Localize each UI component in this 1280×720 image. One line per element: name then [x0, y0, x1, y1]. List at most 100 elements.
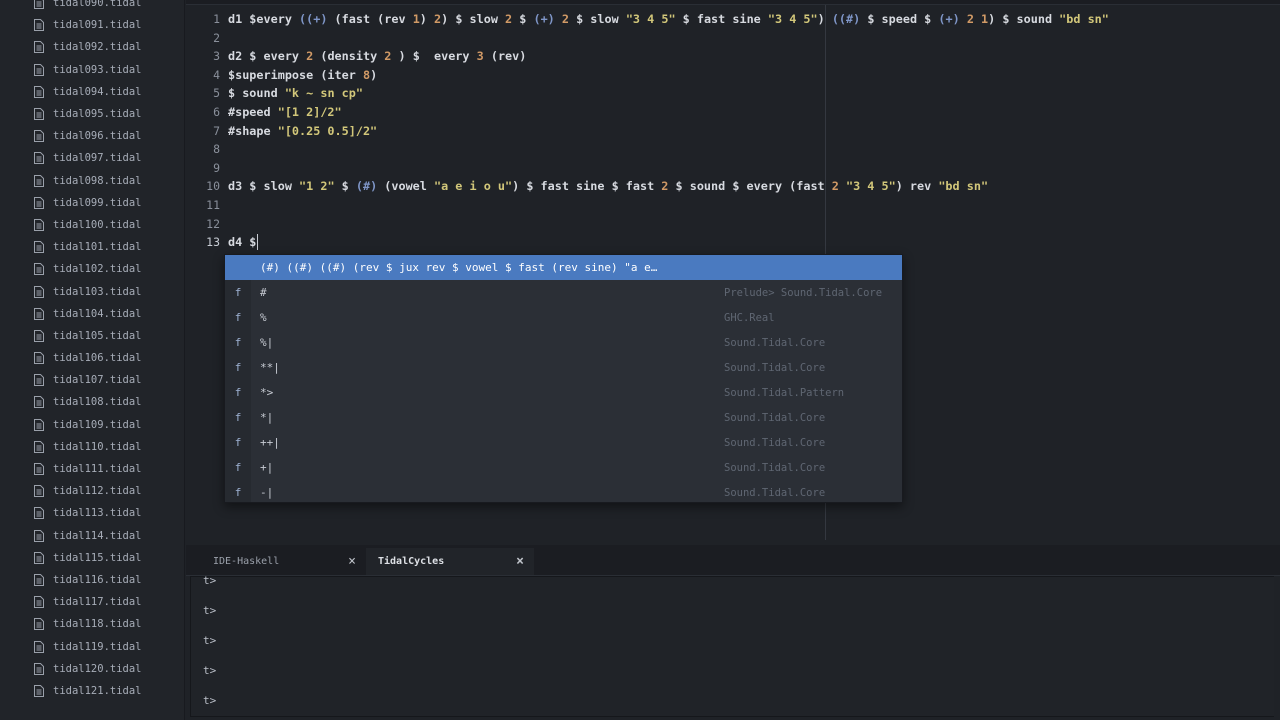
file-item[interactable]: tidal105.tidal [0, 325, 184, 347]
file-item[interactable]: tidal090.tidal [0, 0, 184, 14]
tidal-console[interactable]: t> t> t> t> t> [186, 575, 1280, 720]
file-item[interactable]: tidal111.tidal [0, 458, 184, 480]
console-output[interactable]: t> t> t> t> t> [190, 576, 1276, 717]
autocomplete-item[interactable]: f %| Sound.Tidal.Core [225, 330, 902, 355]
file-text-icon [34, 0, 44, 10]
file-text-icon [34, 196, 44, 209]
code-token: (#) [355, 179, 378, 194]
autocomplete-item[interactable]: f +| Sound.Tidal.Core [225, 455, 902, 480]
code-token: "3 4 5" [767, 12, 818, 26]
file-item[interactable]: tidal109.tidal [0, 414, 184, 436]
autocomplete-item[interactable]: f% GHC.Real [225, 305, 902, 330]
file-item[interactable]: tidal103.tidal [0, 280, 184, 302]
file-item[interactable]: tidal095.tidal [0, 103, 184, 125]
file-text-icon [34, 285, 44, 298]
code-line[interactable]: d1 $every ((+) (fast (rev 1) 2) $ slow 2… [228, 10, 1109, 29]
autocomplete-item-text: *| [260, 411, 274, 424]
file-item[interactable]: tidal120.tidal [0, 658, 184, 680]
file-item[interactable]: tidal117.tidal [0, 591, 184, 613]
autocomplete-item-module: Sound.Tidal.Core [724, 411, 826, 424]
file-text-icon [34, 418, 44, 431]
file-item[interactable]: tidal102.tidal [0, 258, 184, 280]
file-text-icon [34, 85, 44, 98]
console-scrollbar[interactable] [1274, 576, 1280, 720]
code-line[interactable]: #speed "[1 2]/2" [228, 103, 342, 122]
code-line[interactable]: $ sound "k ~ sn cp" [228, 84, 363, 103]
file-item[interactable]: tidal118.tidal [0, 613, 184, 635]
file-item[interactable]: tidal115.tidal [0, 547, 184, 569]
file-item[interactable]: tidal114.tidal [0, 525, 184, 547]
file-item[interactable]: tidal096.tidal [0, 125, 184, 147]
autocomplete-item[interactable]: f *| Sound.Tidal.Core [225, 405, 902, 430]
autocomplete-item[interactable]: f -| Sound.Tidal.Core [225, 480, 902, 505]
file-name: tidal105.tidal [53, 329, 142, 342]
autocomplete-item-module: Sound.Tidal.Core [724, 336, 826, 349]
code-line[interactable]: d3 $ slow "1 2" $ (#) (vowel "a e i o u"… [228, 177, 988, 196]
file-item[interactable]: tidal121.tidal [0, 680, 184, 702]
function-type-icon: f [234, 486, 242, 499]
file-item[interactable]: tidal119.tidal [0, 635, 184, 657]
tab-tidalcycles[interactable]: TidalCycles × [366, 548, 534, 575]
code-token: 3 [476, 49, 484, 64]
tab-ide-haskell[interactable]: IDE-Haskell × [186, 548, 366, 575]
file-text-icon [34, 263, 44, 276]
line-number: 9 [213, 160, 220, 175]
file-item[interactable]: tidal093.tidal [0, 59, 184, 81]
close-icon[interactable]: × [348, 554, 356, 569]
code-token: 2 [831, 179, 839, 194]
autocomplete-item[interactable]: f ++| Sound.Tidal.Core [225, 430, 902, 455]
file-item[interactable]: tidal097.tidal [0, 147, 184, 169]
autocomplete-item-text: % [260, 311, 267, 324]
console-prompt: t> [203, 604, 217, 617]
code-token: d2 $ every [228, 49, 307, 64]
code-token: "[0.25 0.5]/2" [277, 123, 378, 138]
file-item[interactable]: tidal101.tidal [0, 236, 184, 258]
file-text-icon [34, 329, 44, 342]
tab-label: IDE-Haskell [213, 556, 280, 567]
autocomplete-item-selected[interactable]: (#) ((#) ((#) (rev $ jux rev $ vowel $ f… [225, 255, 902, 280]
file-name: tidal099.tidal [53, 196, 142, 209]
line-number: 5 [213, 86, 220, 101]
code-token: $ [334, 179, 356, 194]
file-item[interactable]: tidal112.tidal [0, 480, 184, 502]
file-item[interactable]: tidal107.tidal [0, 369, 184, 391]
close-icon[interactable]: × [516, 554, 524, 569]
file-item[interactable]: tidal100.tidal [0, 214, 184, 236]
file-item[interactable]: tidal092.tidal [0, 36, 184, 58]
file-item[interactable]: tidal094.tidal [0, 81, 184, 103]
file-item[interactable]: tidal113.tidal [0, 502, 184, 524]
code-token: d3 $ slow [228, 179, 300, 194]
file-item[interactable]: tidal110.tidal [0, 436, 184, 458]
file-item[interactable]: tidal091.tidal [0, 14, 184, 36]
file-item[interactable]: tidal108.tidal [0, 391, 184, 413]
autocomplete-item[interactable]: f **| Sound.Tidal.Core [225, 355, 902, 380]
code-token: (density [313, 49, 385, 64]
file-item[interactable]: tidal106.tidal [0, 347, 184, 369]
code-line[interactable]: $superimpose (iter 8) [228, 66, 377, 85]
code-line[interactable]: d2 $ every 2 (density 2 ) $ every 3 (rev… [228, 47, 526, 66]
autocomplete-item[interactable]: f *> Sound.Tidal.Pattern [225, 380, 902, 405]
code-token: ) $ slow [441, 12, 506, 26]
file-name: tidal102.tidal [53, 263, 142, 276]
file-item[interactable]: tidal116.tidal [0, 569, 184, 591]
file-item[interactable]: tidal104.tidal [0, 303, 184, 325]
code-token: ) $ fast sine $ fast [512, 179, 662, 194]
file-item[interactable]: tidal098.tidal [0, 170, 184, 192]
file-name: tidal096.tidal [53, 130, 142, 143]
file-item[interactable]: tidal099.tidal [0, 192, 184, 214]
code-line[interactable]: #shape "[0.25 0.5]/2" [228, 122, 377, 141]
autocomplete-selected-text: (#) ((#) ((#) (rev $ jux rev $ vowel $ f… [260, 261, 658, 274]
line-number: 2 [213, 30, 220, 45]
code-line[interactable]: d4 $ [228, 233, 256, 252]
autocomplete-item[interactable]: f # Prelude> Sound.Tidal.Core [225, 280, 902, 305]
code-token: d4 $ [228, 235, 257, 250]
code-token: ) [419, 12, 435, 26]
file-text-icon [34, 19, 44, 32]
function-type-icon: f [234, 286, 242, 299]
autocomplete-popup[interactable]: (#) ((#) ((#) (rev $ jux rev $ vowel $ f… [224, 254, 903, 503]
autocomplete-item-text: -| [260, 486, 274, 499]
code-token: (+) [533, 12, 555, 26]
console-prompt: t> [203, 664, 217, 677]
autocomplete-item-module: Prelude> Sound.Tidal.Core [724, 286, 883, 299]
